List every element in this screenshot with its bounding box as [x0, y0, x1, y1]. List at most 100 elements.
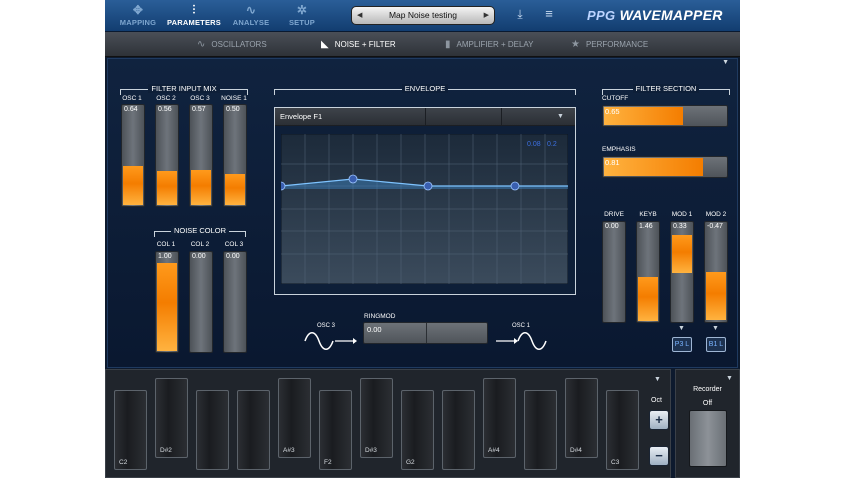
sliders-icon: ⫶	[192, 3, 196, 17]
ringmod-slider[interactable]: 0.00	[363, 322, 488, 344]
tab-label: OSCILLATORS	[211, 40, 267, 49]
recorder-panel: ▼ Recorder Off	[675, 369, 740, 478]
brand-name: WAVEMAPPER	[619, 7, 723, 23]
noise-filter-panel: ▼ FILTER INPUT MIX OSC 1 OSC 2 OSC 3 NOI…	[107, 58, 738, 368]
sine-arrow-icon	[304, 332, 357, 350]
tab-oscillators[interactable]: ∿ OSCILLATORS	[197, 32, 267, 57]
key-label: A#3	[283, 447, 295, 454]
fader-fill	[157, 263, 177, 351]
raised-piano-key[interactable]: A#4	[483, 378, 516, 458]
mod2-fader[interactable]: -0.47	[704, 221, 728, 323]
recorder-menu-icon[interactable]: ▼	[726, 375, 733, 382]
tab-label: PERFORMANCE	[585, 40, 649, 49]
top-bar: ✥ MAPPING ⫶ PARAMETERS ∿ ANALYSE ✲ SETUP…	[105, 0, 740, 32]
envelope-name: Envelope F1	[280, 112, 323, 121]
envelope-selector[interactable]: Envelope F1 ▼	[275, 108, 575, 126]
nav-mapping[interactable]: ✥ MAPPING	[110, 2, 166, 30]
nav-parameters[interactable]: ⫶ PARAMETERS	[166, 2, 222, 30]
menu-icon[interactable]: ≡	[542, 6, 556, 22]
fader-value: 0.00	[192, 253, 206, 260]
fader-value: 0.64	[124, 106, 138, 113]
piano-key[interactable]	[196, 390, 229, 470]
octave-up-button[interactable]: +	[649, 410, 669, 430]
fader-value: 0.33	[673, 223, 687, 230]
raised-piano-key[interactable]: D#2	[155, 378, 188, 458]
wavemapper-window: ✥ MAPPING ⫶ PARAMETERS ∿ ANALYSE ✲ SETUP…	[105, 0, 740, 478]
export-icon[interactable]: ⤓	[513, 7, 527, 23]
nav-label: SETUP	[288, 18, 315, 27]
octave-down-button[interactable]: −	[649, 446, 669, 466]
nav-analyse[interactable]: ∿ ANALYSE	[223, 2, 279, 30]
preset-name: Map Noise testing	[388, 10, 458, 20]
tab-amplifier-delay[interactable]: ▮ AMPLIFIER + DELAY	[445, 32, 534, 57]
emphasis-slider[interactable]: 0.81	[602, 156, 728, 178]
raised-piano-key[interactable]: A#3	[278, 378, 311, 458]
piano-key[interactable]: C3	[606, 390, 639, 470]
chevron-down-icon[interactable]: ▼	[557, 108, 564, 126]
arrow-sine-icon	[496, 332, 547, 350]
fader-fill	[706, 272, 726, 320]
fader-fill	[638, 277, 658, 321]
noise1-mix-fader[interactable]: 0.50	[223, 104, 247, 207]
raised-piano-key[interactable]: D#4	[565, 378, 598, 458]
piano-key[interactable]: C2	[114, 390, 147, 470]
mod1-source-button[interactable]: P3 L	[672, 337, 692, 352]
fader-fill	[123, 166, 143, 205]
fader-label: COL 3	[224, 241, 244, 248]
osc3-mix-fader[interactable]: 0.57	[189, 104, 213, 207]
envelope-node[interactable]	[510, 181, 520, 191]
fader-value: 0.57	[192, 106, 206, 113]
piano-key[interactable]: G2	[401, 390, 434, 470]
mod1-fader[interactable]: 0.33	[670, 221, 694, 323]
tab-performance[interactable]: ★ PERFORMANCE	[571, 32, 648, 57]
col3-fader[interactable]: 0.00	[223, 251, 247, 353]
keyb-fader[interactable]: 1.46	[636, 221, 660, 323]
envelope-node[interactable]	[423, 181, 433, 191]
cutoff-slider[interactable]: 0.65	[602, 105, 728, 127]
piano-key[interactable]: F2	[319, 390, 352, 470]
osc1-mix-fader[interactable]: 0.64	[121, 104, 145, 207]
piano-key[interactable]	[524, 390, 557, 470]
nav-label: MAPPING	[119, 18, 157, 27]
mod2-source-button[interactable]: B1 L	[706, 337, 726, 352]
ringmod-source-left: OSC 3	[317, 323, 336, 329]
octave-label: Oct	[651, 397, 662, 404]
drive-fader[interactable]: 0.00	[602, 221, 626, 323]
prev-preset-icon[interactable]: ◀	[357, 7, 362, 24]
nav-setup[interactable]: ✲ SETUP	[274, 2, 330, 30]
key-label: G2	[406, 459, 415, 466]
col2-fader[interactable]: 0.00	[189, 251, 213, 353]
cutoff-value: 0.65	[605, 107, 620, 116]
osc2-mix-fader[interactable]: 0.56	[155, 104, 179, 207]
ringmod-value: 0.00	[367, 325, 382, 334]
record-button[interactable]	[689, 410, 727, 467]
key-label: F2	[324, 459, 332, 466]
tab-noise-filter[interactable]: ◣ NOISE + FILTER	[321, 32, 396, 57]
piano-key[interactable]	[442, 390, 475, 470]
piano-key[interactable]	[237, 390, 270, 470]
ringmod-divider	[426, 323, 427, 343]
keyboard-menu-icon[interactable]: ▼	[654, 376, 661, 383]
fader-label: OSC 2	[156, 95, 176, 102]
fader-value: 1.00	[158, 253, 172, 260]
envelope-readout-a: 0.08	[527, 141, 541, 148]
fader-label: COL 1	[156, 241, 176, 248]
nav-label: ANALYSE	[232, 18, 270, 27]
key-label: A#4	[488, 447, 500, 454]
envelope-graph[interactable]: 0.08 0.2	[281, 134, 568, 284]
preset-selector[interactable]: ◀ Map Noise testing ▶	[351, 6, 495, 25]
envelope-node[interactable]	[348, 174, 358, 184]
col1-fader[interactable]: 1.00	[155, 251, 179, 353]
triangle-down-icon: ▼	[712, 325, 719, 332]
fader-value: 0.00	[226, 253, 240, 260]
bars-icon: ▮	[445, 39, 451, 50]
envelope-title: ENVELOPE	[274, 84, 576, 99]
raised-piano-key[interactable]: D#3	[360, 378, 393, 458]
recorder-state: Off	[702, 400, 713, 407]
tab-label: AMPLIFIER + DELAY	[456, 40, 534, 49]
envelope-selector-segment[interactable]	[425, 108, 501, 126]
panel-menu-icon[interactable]: ▼	[722, 59, 729, 66]
fader-fill	[225, 174, 245, 205]
next-preset-icon[interactable]: ▶	[484, 7, 489, 24]
triangle-down-icon: ▼	[678, 325, 685, 332]
